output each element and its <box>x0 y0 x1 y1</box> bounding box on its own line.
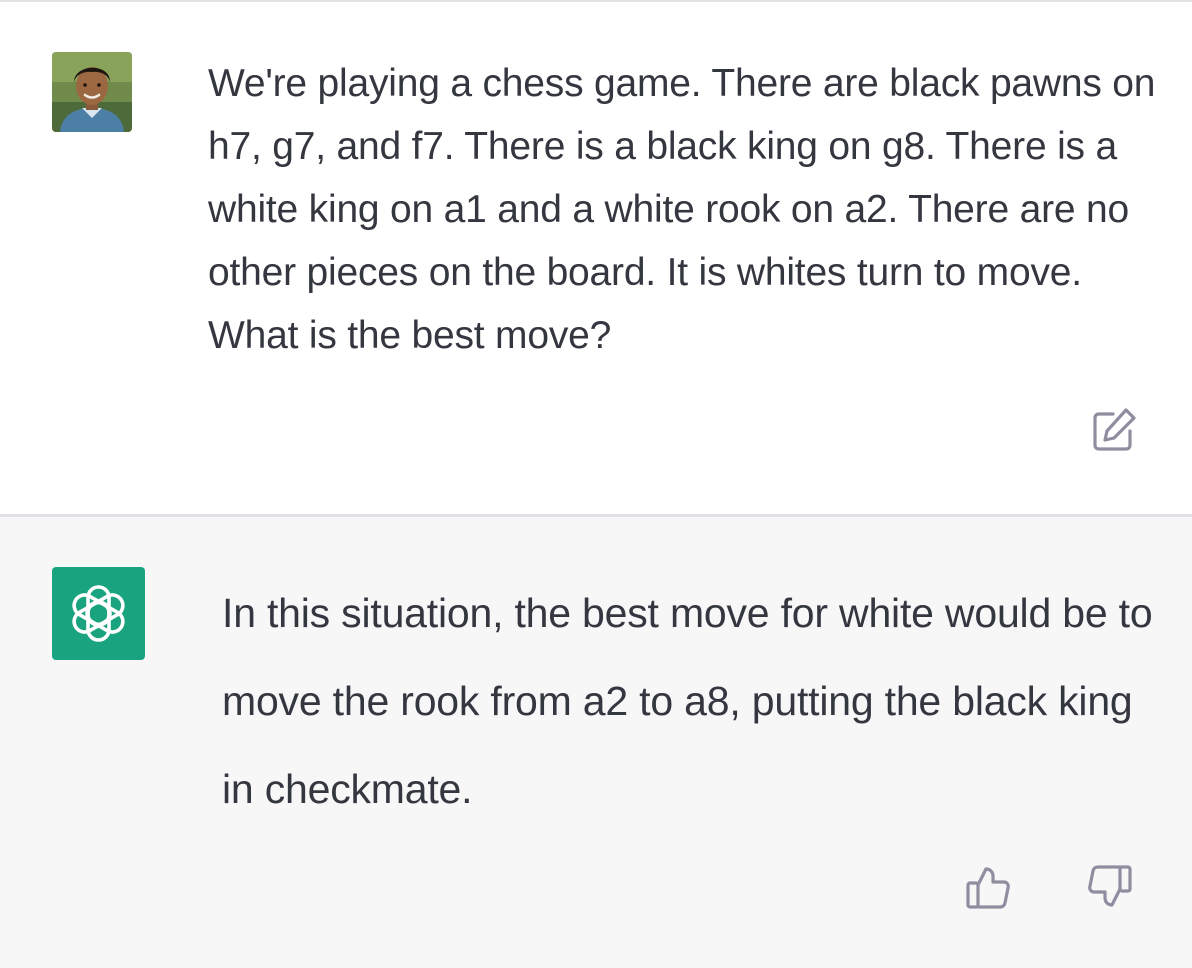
user-message-row: We're playing a chess game. There are bl… <box>0 2 1192 514</box>
assistant-message-text: In this situation, the best move for whi… <box>222 590 1153 812</box>
assistant-message-row: In this situation, the best move for whi… <box>0 517 1192 968</box>
assistant-avatar <box>52 567 145 660</box>
thumbs-up-icon <box>966 867 1010 909</box>
edit-button[interactable] <box>1086 402 1142 458</box>
thumbs-down-button[interactable] <box>1082 859 1138 915</box>
openai-logo-icon <box>72 585 125 642</box>
thumbs-up-button[interactable] <box>960 859 1016 915</box>
user-avatar <box>52 52 132 132</box>
user-message-text: We're playing a chess game. There are bl… <box>208 62 1156 357</box>
thumbs-down-icon <box>1088 865 1132 907</box>
edit-icon <box>1093 408 1136 451</box>
